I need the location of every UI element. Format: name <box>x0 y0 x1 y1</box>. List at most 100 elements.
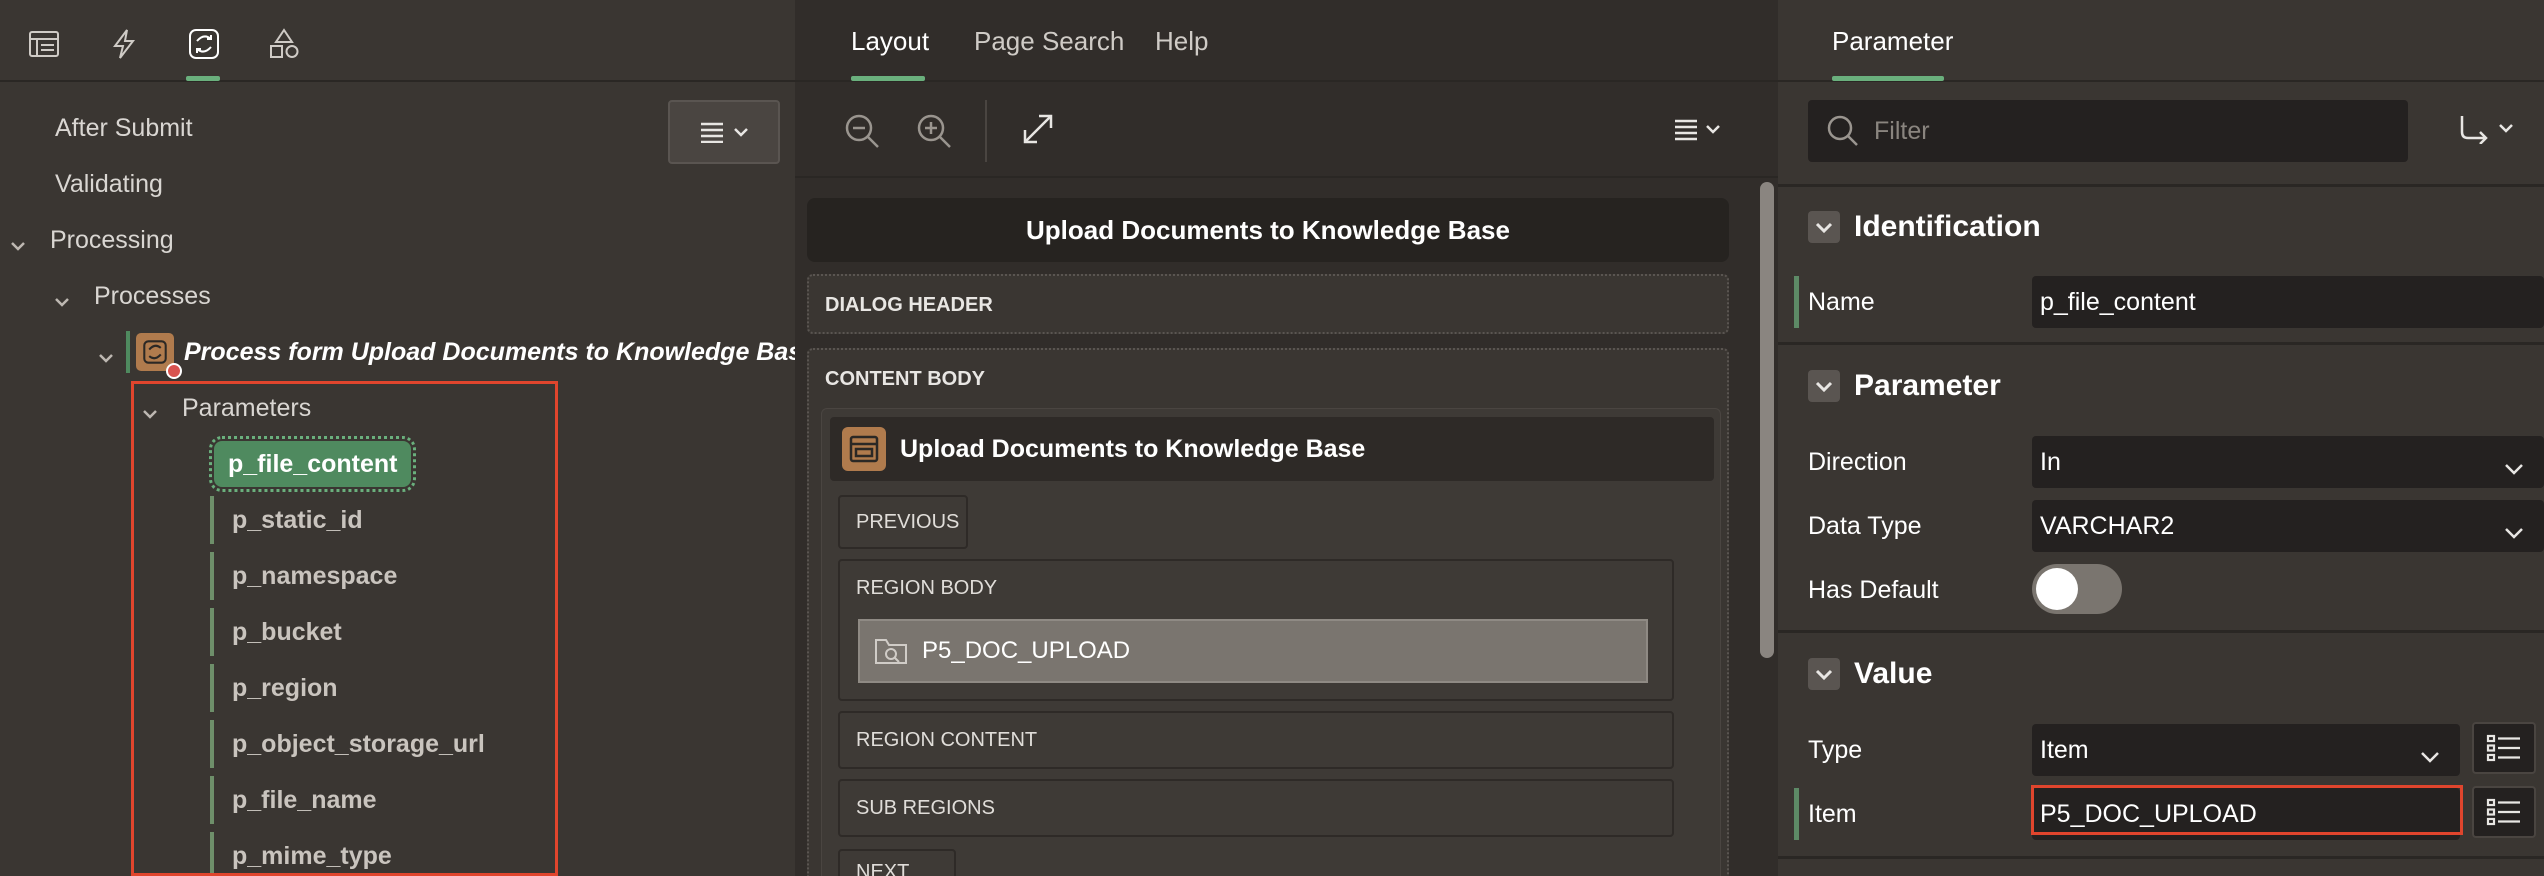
tree-node-process[interactable]: Process form Upload Documents to Knowled… <box>98 327 817 379</box>
item-list-button[interactable] <box>2472 786 2536 838</box>
chevron-down-icon <box>734 128 748 137</box>
name-field[interactable]: p_file_content <box>2032 276 2544 328</box>
highlight-box <box>131 381 558 876</box>
tree-node-after-submit[interactable]: After Submit <box>55 103 193 153</box>
slot-label: NEXT <box>856 861 910 876</box>
data-type-select[interactable]: VARCHAR2 <box>2032 500 2544 552</box>
prop-row-type: Type Item <box>1778 720 2544 780</box>
section-divider <box>1778 184 2544 187</box>
layout-toolbar <box>795 84 1778 178</box>
region-content-slot[interactable]: REGION CONTENT <box>838 711 1674 769</box>
section-title: Parameter <box>1854 369 2001 402</box>
tree-indent-bar <box>126 331 130 373</box>
property-editor-tabs: Parameter <box>1778 0 2544 82</box>
tree-menu-button[interactable] <box>668 100 780 164</box>
layout-menu-button[interactable] <box>1673 118 1727 147</box>
tree-node-validating[interactable]: Validating <box>55 159 163 209</box>
layout-panel: Layout Page Search Help Upload Documents… <box>795 0 1778 876</box>
slot-label: PREVIOUS <box>856 510 960 533</box>
region-icon <box>842 427 886 471</box>
region-body-slot[interactable]: REGION BODY P5_DOC_UPLOAD <box>838 559 1674 701</box>
server-side-condition-badge <box>166 363 182 379</box>
chevron-down-icon <box>2420 742 2440 771</box>
chevron-down-icon[interactable] <box>54 288 70 307</box>
active-tab-indicator <box>186 76 220 81</box>
slot-label: REGION CONTENT <box>856 728 1038 751</box>
chevron-down-icon <box>2499 124 2513 133</box>
dialog-header-slot[interactable]: DIALOG HEADER <box>807 274 1729 334</box>
highlight-box <box>2031 785 2463 835</box>
collapse-icon[interactable] <box>1808 370 1840 402</box>
search-icon <box>1827 115 1858 146</box>
rendering-icon[interactable] <box>24 24 64 64</box>
section-title: Identification <box>1854 210 2041 243</box>
active-tab-indicator <box>1832 76 1944 81</box>
page-item-p5-doc-upload[interactable]: P5_DOC_UPLOAD <box>858 619 1648 683</box>
prop-row-data-type: Data Type VARCHAR2 <box>1778 496 2544 556</box>
collapse-icon[interactable] <box>1808 211 1840 243</box>
slot-label: SUB REGIONS <box>856 796 995 819</box>
region-title: Upload Documents to Knowledge Base <box>900 434 1366 463</box>
tab-help[interactable]: Help <box>1155 26 1208 57</box>
filter-field[interactable] <box>1808 100 2408 162</box>
filter-input[interactable] <box>1874 116 2394 146</box>
process-icon <box>136 333 182 379</box>
section-divider <box>1778 630 2544 633</box>
left-toolbar <box>0 0 795 82</box>
slot-label: CONTENT BODY <box>825 368 985 390</box>
processing-icon[interactable] <box>184 24 224 64</box>
prop-label-has-default: Has Default <box>1808 575 1939 604</box>
has-default-toggle[interactable] <box>2032 564 2122 614</box>
dialog-title[interactable]: Upload Documents to Knowledge Base <box>807 198 1729 262</box>
left-panel: After Submit Validating Processing Proce… <box>0 0 816 876</box>
center-tabs: Layout Page Search Help <box>795 0 1778 82</box>
section-identification[interactable]: Identification <box>1808 199 2041 255</box>
tree-node-processing[interactable]: Processing <box>10 215 174 265</box>
chevron-down-icon <box>2504 454 2524 483</box>
type-value: Item <box>2040 735 2089 764</box>
tree-node-label: After Submit <box>55 113 193 142</box>
sub-regions-slot[interactable]: SUB REGIONS <box>838 779 1674 837</box>
layout-canvas: Upload Documents to Knowledge Base DIALO… <box>807 190 1742 876</box>
section-parameter[interactable]: Parameter <box>1808 358 2001 414</box>
layout-scrollbar[interactable] <box>1760 182 1774 658</box>
chevron-down-icon[interactable] <box>10 232 26 251</box>
chevron-down-icon[interactable] <box>98 344 114 363</box>
section-divider <box>1778 856 2544 859</box>
tree-node-label: Validating <box>55 169 163 198</box>
chevron-down-icon <box>2504 518 2524 547</box>
go-to-group-button[interactable] <box>2458 112 2514 144</box>
section-value[interactable]: Value <box>1808 646 1932 702</box>
toggle-knob <box>2036 568 2078 610</box>
zoom-in-icon[interactable] <box>915 112 953 155</box>
tab-layout[interactable]: Layout <box>851 26 929 57</box>
prop-row-direction: Direction In <box>1778 432 2544 492</box>
shared-components-icon[interactable] <box>264 24 304 64</box>
prop-label-item: Item <box>1808 799 1857 828</box>
prop-label-direction: Direction <box>1808 447 1907 476</box>
prop-label-type: Type <box>1808 735 1863 764</box>
tree-node-processes[interactable]: Processes <box>54 271 211 321</box>
toolbar-separator <box>985 100 987 162</box>
dynamic-actions-icon[interactable] <box>104 24 144 64</box>
type-list-button[interactable] <box>2472 722 2536 774</box>
direction-select[interactable]: In <box>2032 436 2544 488</box>
name-value: p_file_content <box>2040 287 2196 316</box>
previous-slot[interactable]: PREVIOUS <box>838 495 968 549</box>
tree-node-label: Process form Upload Documents to Knowled… <box>184 337 817 366</box>
slot-label: DIALOG HEADER <box>825 294 993 316</box>
list-icon <box>2486 734 2520 762</box>
zoom-out-icon[interactable] <box>843 112 881 155</box>
active-tab-indicator <box>851 76 925 81</box>
region-container: Upload Documents to Knowledge Base PREVI… <box>821 408 1721 876</box>
data-type-value: VARCHAR2 <box>2040 511 2175 540</box>
collapse-icon[interactable] <box>1808 658 1840 690</box>
tab-parameter[interactable]: Parameter <box>1832 26 1953 57</box>
region-header[interactable]: Upload Documents to Knowledge Base <box>830 417 1714 481</box>
type-select[interactable]: Item <box>2032 724 2460 776</box>
expand-icon[interactable] <box>1021 112 1055 151</box>
next-slot[interactable]: NEXT <box>838 849 956 876</box>
slot-label: REGION BODY <box>856 577 998 599</box>
tree-node-label: Processing <box>50 225 174 254</box>
tab-page-search[interactable]: Page Search <box>974 26 1124 57</box>
